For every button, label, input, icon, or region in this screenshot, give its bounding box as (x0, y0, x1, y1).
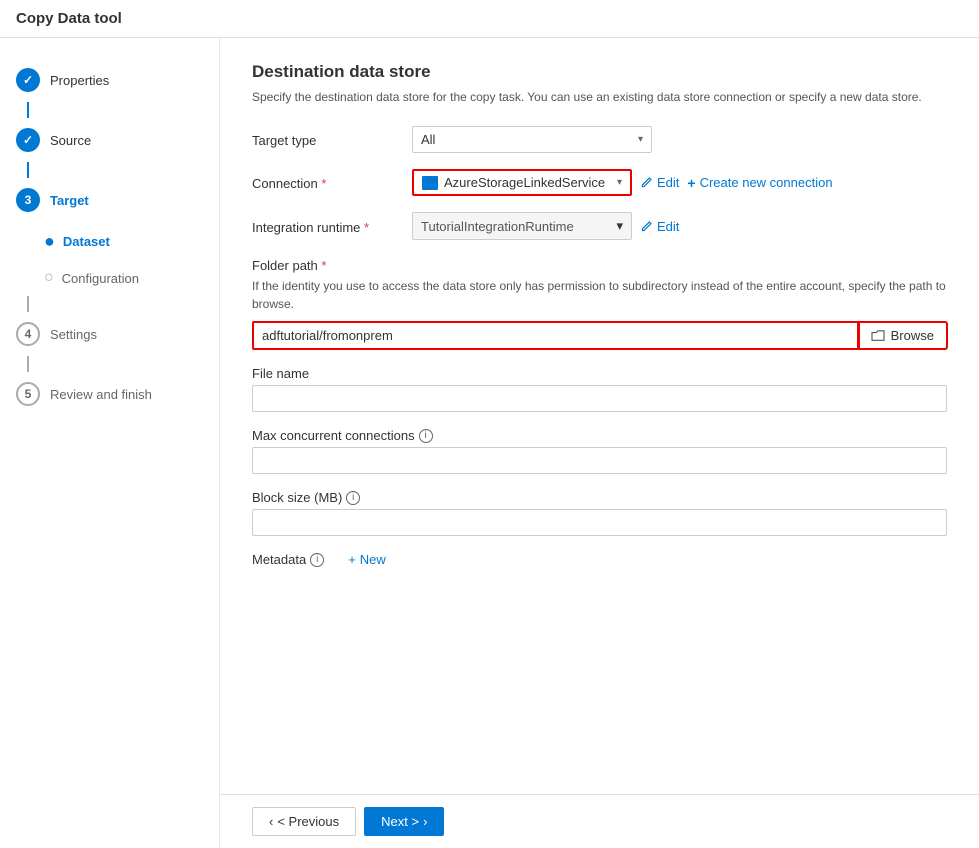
sidebar-item-source[interactable]: ✓ Source (0, 118, 219, 162)
content-area: Destination data store Specify the desti… (220, 38, 979, 848)
connection-select[interactable]: AzureStorageLinkedService ▾ (412, 169, 632, 196)
section-desc: Specify the destination data store for t… (252, 88, 947, 106)
integration-required: * (364, 220, 369, 235)
metadata-block: Metadata i + New (252, 552, 947, 567)
step-circle-review: 5 (16, 382, 40, 406)
chevron-down-icon: ▾ (638, 134, 643, 145)
max-concurrent-input[interactable] (252, 447, 947, 474)
folder-path-row: Browse (252, 321, 947, 350)
block-size-input[interactable] (252, 509, 947, 536)
connector-4 (27, 356, 29, 372)
connection-value: AzureStorageLinkedService (444, 175, 609, 190)
folder-path-desc: If the identity you use to access the da… (252, 277, 947, 313)
form-area: Destination data store Specify the desti… (220, 38, 979, 794)
chevron-right-icon: › (423, 814, 427, 829)
folder-path-section: Folder path * If the identity you use to… (252, 256, 947, 350)
connector-3 (27, 296, 29, 312)
block-size-block: Block size (MB) i (252, 490, 947, 536)
step-circle-settings: 4 (16, 322, 40, 346)
edit-icon (640, 220, 653, 233)
folder-required: * (321, 258, 326, 273)
edit-connection-link[interactable]: Edit (640, 175, 679, 190)
file-name-input[interactable] (252, 385, 947, 412)
connector-1 (27, 102, 29, 118)
file-name-block: File name (252, 366, 947, 412)
step-circle-properties: ✓ (16, 68, 40, 92)
sidebar-label-dataset: Dataset (63, 234, 110, 249)
info-icon-meta: i (310, 553, 324, 567)
metadata-row: Metadata i + New (252, 552, 947, 567)
sidebar: ✓ Properties ✓ Source 3 Target ● Dataset (0, 38, 220, 848)
app-header: Copy Data tool (0, 0, 979, 38)
target-type-control: All ▾ (412, 126, 947, 153)
plus-icon: + (687, 175, 695, 191)
next-button[interactable]: Next > › (364, 807, 444, 836)
sidebar-item-properties[interactable]: ✓ Properties (0, 58, 219, 102)
sidebar-item-dataset[interactable]: ● Dataset (0, 222, 219, 260)
app-container: Copy Data tool ✓ Properties ✓ Source 3 (0, 0, 979, 848)
sidebar-label-settings: Settings (50, 327, 97, 342)
integration-runtime-label: Integration runtime * (252, 218, 412, 235)
folder-icon (871, 330, 885, 342)
create-new-connection-link[interactable]: + Create new connection (687, 175, 832, 191)
app-title: Copy Data tool (16, 10, 963, 27)
target-type-value: All (421, 132, 435, 147)
sidebar-item-configuration[interactable]: ○ Configuration (0, 260, 219, 296)
sidebar-label-properties: Properties (50, 73, 109, 88)
max-concurrent-block: Max concurrent connections i (252, 428, 947, 474)
main-content: ✓ Properties ✓ Source 3 Target ● Dataset (0, 38, 979, 848)
target-type-select[interactable]: All ▾ (412, 126, 652, 153)
previous-button[interactable]: ‹ < Previous (252, 807, 356, 836)
folder-path-input[interactable] (252, 321, 859, 350)
connection-control: AzureStorageLinkedService ▾ Edit + Creat… (412, 169, 947, 196)
connection-label: Connection * (252, 174, 412, 191)
metadata-label: Metadata i (252, 552, 324, 567)
browse-button[interactable]: Browse (859, 322, 947, 349)
chevron-left-icon: ‹ (269, 814, 273, 829)
target-type-row: Target type All ▾ (252, 126, 947, 153)
runtime-value: TutorialIntegrationRuntime (421, 219, 574, 234)
connector-2 (27, 162, 29, 178)
info-icon-block: i (346, 491, 360, 505)
integration-runtime-select[interactable]: TutorialIntegrationRuntime ▾ (412, 212, 632, 240)
footer-bar: ‹ < Previous Next > › (220, 794, 979, 848)
sidebar-label-configuration: Configuration (62, 271, 139, 286)
sidebar-label-review: Review and finish (50, 387, 152, 402)
edit-icon (640, 176, 653, 189)
new-metadata-link[interactable]: + New (348, 552, 386, 567)
sidebar-item-target[interactable]: 3 Target (0, 178, 219, 222)
chevron-down-icon: ▾ (617, 177, 622, 188)
folder-path-label: Folder path * (252, 256, 947, 273)
storage-icon (422, 176, 438, 190)
block-size-label: Block size (MB) i (252, 490, 947, 505)
integration-runtime-control: TutorialIntegrationRuntime ▾ Edit (412, 212, 947, 240)
target-type-label: Target type (252, 131, 412, 148)
sidebar-item-settings[interactable]: 4 Settings (0, 312, 219, 356)
step-circle-target: 3 (16, 188, 40, 212)
plus-icon: + (348, 552, 356, 567)
sidebar-label-target: Target (50, 193, 89, 208)
edit-runtime-link[interactable]: Edit (640, 219, 679, 234)
connection-row: Connection * AzureStorageLinkedService ▾… (252, 169, 947, 196)
section-title: Destination data store (252, 62, 947, 82)
connection-required: * (321, 176, 326, 191)
chevron-down-icon: ▾ (616, 218, 623, 234)
step-circle-source: ✓ (16, 128, 40, 152)
sidebar-item-review[interactable]: 5 Review and finish (0, 372, 219, 416)
info-icon: i (419, 429, 433, 443)
integration-runtime-row: Integration runtime * TutorialIntegratio… (252, 212, 947, 240)
file-name-label: File name (252, 366, 947, 381)
max-concurrent-label: Max concurrent connections i (252, 428, 947, 443)
sidebar-label-source: Source (50, 133, 91, 148)
